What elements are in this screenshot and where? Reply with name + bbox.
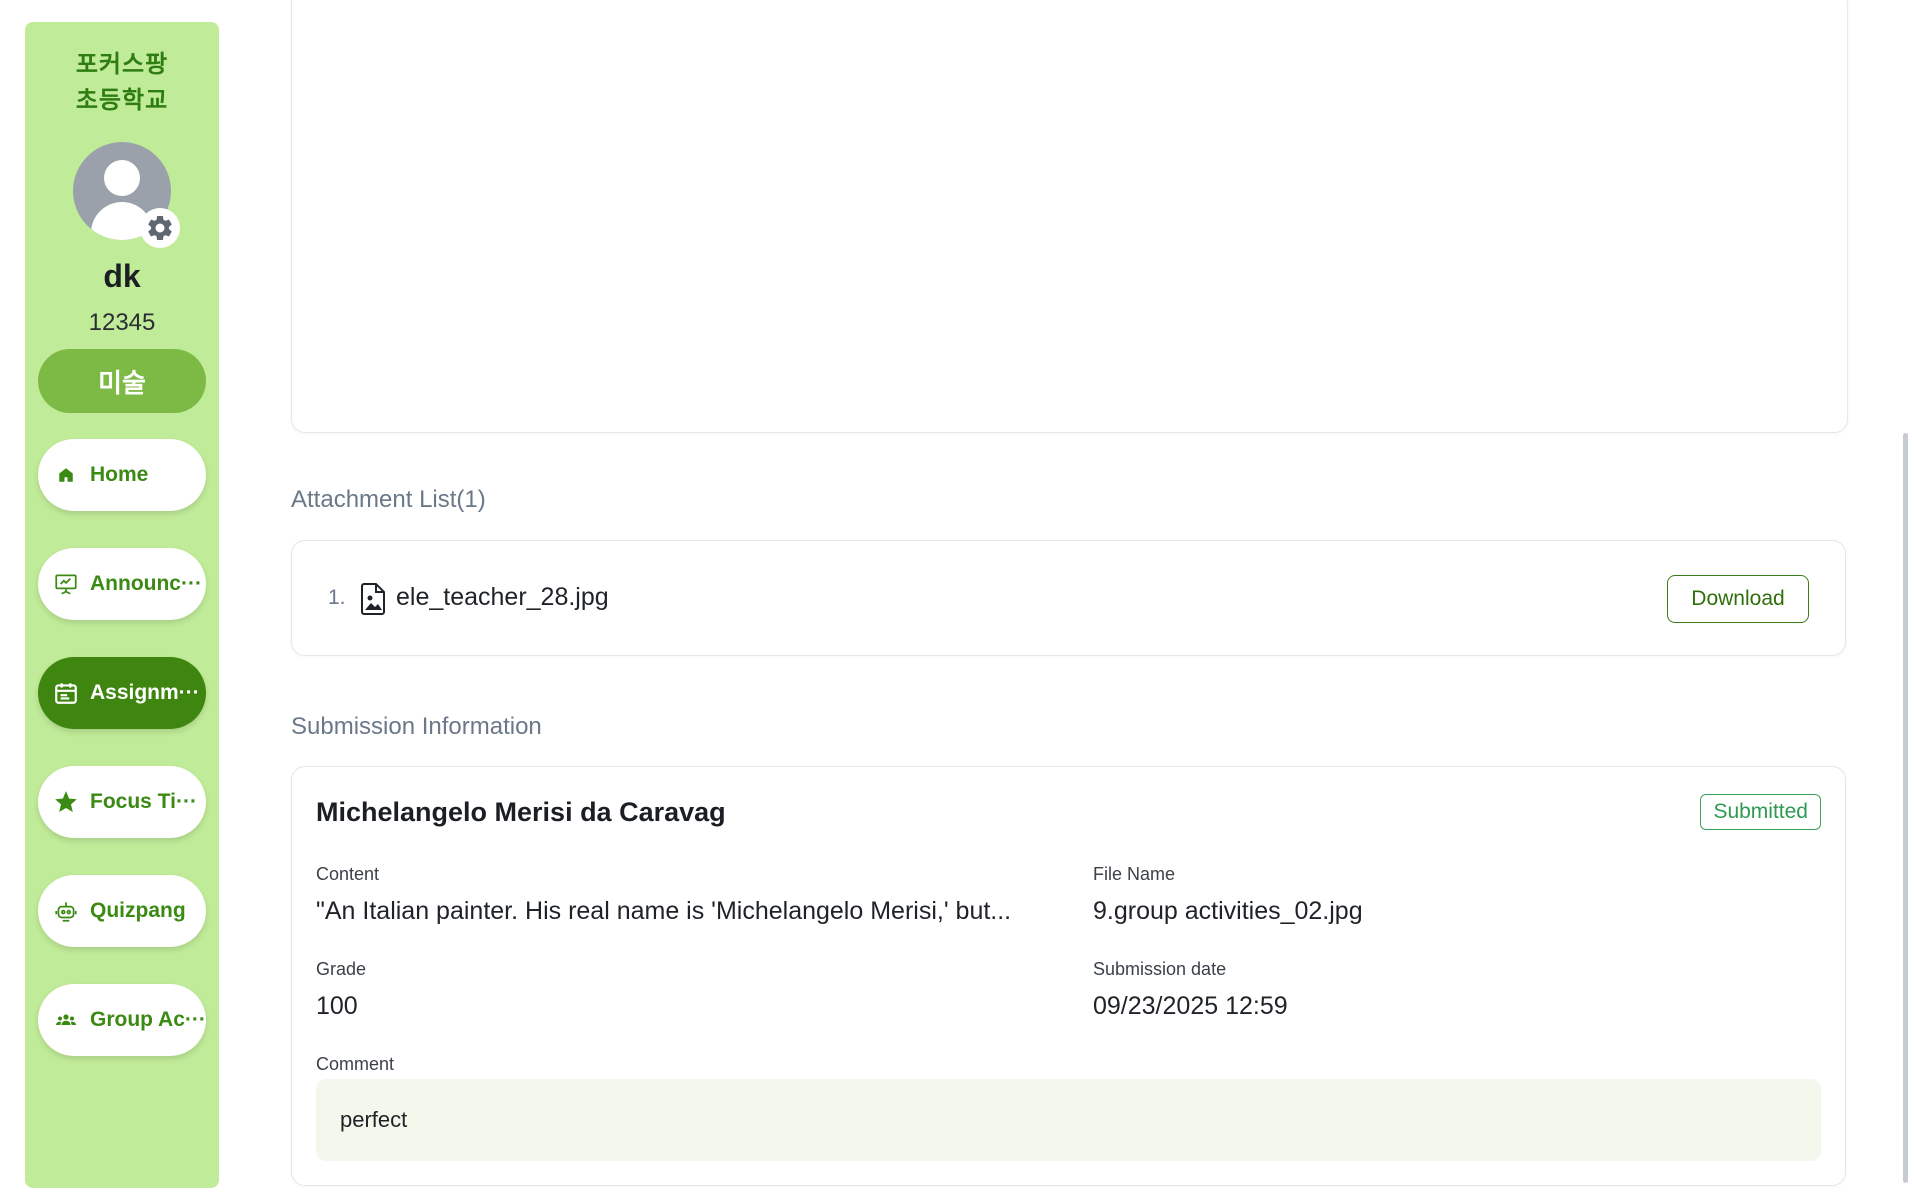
nav-item-label: Focus Ti···: [90, 790, 197, 813]
content-value: "An Italian painter. His real name is 'M…: [316, 897, 1012, 925]
profile-settings-button[interactable]: [140, 208, 180, 248]
assignment-content-card: [291, 0, 1848, 433]
nav-item-label: Group Ac···: [90, 1008, 206, 1031]
download-button[interactable]: Download: [1667, 575, 1809, 623]
attachment-file-name: ele_teacher_28.jpg: [396, 583, 609, 611]
comment-text: perfect: [340, 1107, 408, 1132]
school-name-line1: 포커스팡: [75, 50, 169, 78]
nav-item-announcements[interactable]: Announc···: [38, 548, 206, 620]
robot-icon: [52, 897, 80, 925]
nav-item-label: Home: [90, 463, 149, 486]
nav-item-focus-time[interactable]: Focus Ti···: [38, 766, 206, 838]
status-badge: Submitted: [1700, 794, 1821, 830]
grade-value: 100: [316, 992, 358, 1020]
nav-item-label: Announc···: [90, 572, 202, 595]
nav-item-label: Quizpang: [90, 899, 186, 922]
school-name-line2: 초등학교: [75, 86, 169, 114]
sidebar: 포커스팡 초등학교 dk 12345 미술 Home Announc··· As…: [25, 22, 219, 1188]
presentation-board-icon: [52, 570, 80, 598]
file-name-value: 9.group activities_02.jpg: [1093, 897, 1363, 925]
attachment-list: 1. ele_teacher_28.jpg Download: [291, 540, 1846, 656]
page-scrollbar[interactable]: [1903, 433, 1908, 1183]
submission-card: Michelangelo Merisi da Caravag Submitted…: [291, 766, 1846, 1186]
username: dk: [103, 258, 141, 294]
comment-label: Comment: [316, 1054, 395, 1074]
home-icon: [52, 461, 80, 489]
nav-item-quizpang[interactable]: Quizpang: [38, 875, 206, 947]
nav-item-group-activities[interactable]: Group Ac···: [38, 984, 206, 1056]
nav-menu: Home Announc··· Assignm··· Focus Ti··· Q…: [38, 439, 206, 1056]
attachment-list-title: Attachment List(1): [291, 486, 486, 513]
subject-button[interactable]: 미술: [38, 349, 206, 413]
gear-icon: [148, 215, 172, 240]
submission-date-label: Submission date: [1093, 959, 1227, 979]
avatar-head-shape: [104, 160, 140, 196]
school-name: 포커스팡 초등학교: [76, 46, 168, 118]
star-icon: [52, 788, 80, 816]
submission-date-value: 09/23/2025 12:59: [1093, 992, 1288, 1020]
student-name: Michelangelo Merisi da Caravag: [316, 797, 726, 827]
content-label: Content: [316, 864, 380, 884]
avatar-container[interactable]: [73, 142, 180, 248]
comment-box: perfect: [316, 1079, 1821, 1161]
file-name-label: File Name: [1093, 864, 1176, 884]
user-id: 12345: [88, 309, 156, 336]
nav-item-home[interactable]: Home: [38, 439, 206, 511]
group-people-icon: [52, 1006, 80, 1034]
submission-info-title: Submission Information: [291, 713, 542, 740]
attachment-number: 1.: [328, 586, 346, 609]
calendar-icon: [52, 679, 80, 707]
nav-item-assignments[interactable]: Assignm···: [38, 657, 206, 729]
nav-item-label: Assignm···: [90, 681, 200, 704]
grade-label: Grade: [316, 959, 367, 979]
image-file-icon: [361, 583, 385, 615]
